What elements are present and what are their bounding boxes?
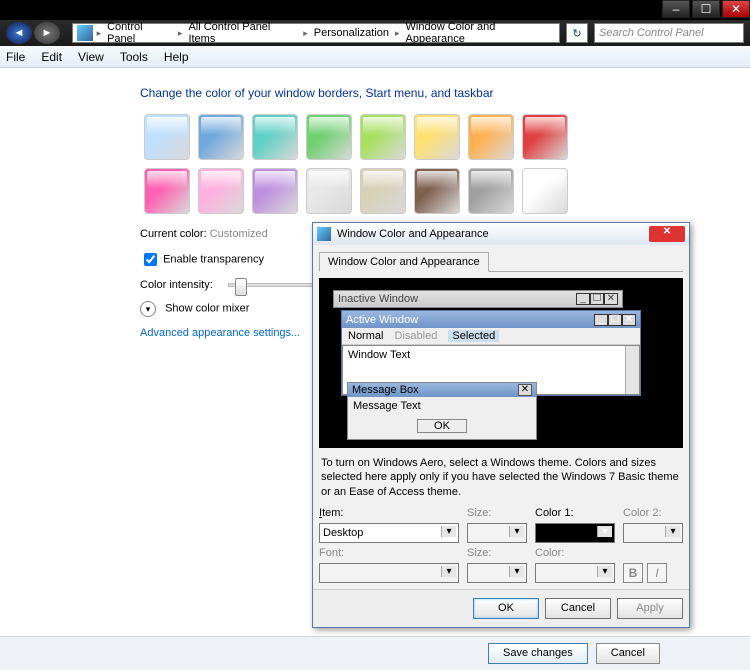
search-input[interactable]: Search Control Panel [594, 23, 744, 43]
dialog-tabs: Window Color and Appearance [319, 251, 683, 272]
size-stepper [467, 523, 527, 543]
window-close-button[interactable]: ✕ [722, 0, 750, 18]
preview-inactive-window: Inactive Window _☐✕ [333, 290, 623, 308]
breadcrumb-seg[interactable]: All Control Panel Items [182, 21, 303, 45]
color-swatch[interactable] [198, 168, 244, 214]
control-panel-icon [77, 25, 93, 41]
color1-picker[interactable] [535, 523, 615, 543]
breadcrumb[interactable]: ▸ Control Panel ▸ All Control Panel Item… [72, 23, 560, 43]
color-swatch[interactable] [522, 168, 568, 214]
dialog-close-button[interactable]: ✕ [649, 226, 685, 242]
bold-button: B [623, 563, 643, 583]
preview-menu-disabled: Disabled [395, 330, 438, 342]
font-size-label: Size: [467, 547, 527, 559]
appearance-preview: Inactive Window _☐✕ Active Window _☐✕ No… [319, 278, 683, 448]
preview-msg-text: Message Text [348, 397, 536, 415]
color2-picker [623, 523, 683, 543]
menubar: File Edit View Tools Help [0, 46, 750, 68]
font-color-label: Color: [535, 547, 615, 559]
window-controls: – ☐ ✕ [662, 0, 750, 18]
close-icon: ✕ [622, 314, 636, 326]
preview-window-text: Window Text [348, 349, 410, 361]
font-select [319, 563, 459, 583]
min-icon: _ [594, 314, 608, 326]
maximize-button[interactable]: ☐ [692, 0, 720, 18]
color1-label: Color 1: [535, 507, 615, 519]
breadcrumb-seg[interactable]: Personalization [308, 27, 395, 39]
color-swatch[interactable] [414, 168, 460, 214]
size-label: Size: [467, 507, 527, 519]
dialog-apply-button[interactable]: Apply [617, 598, 683, 619]
color-swatch[interactable] [522, 114, 568, 160]
current-color-label: Current color: [140, 228, 207, 240]
tab-window-color[interactable]: Window Color and Appearance [319, 252, 489, 272]
font-label: Font: [319, 547, 459, 559]
font-size-select [467, 563, 527, 583]
max-icon: ☐ [590, 293, 604, 305]
italic-button: I [647, 563, 667, 583]
color-swatch-grid [140, 110, 610, 218]
close-icon: ✕ [604, 293, 618, 305]
show-color-mixer-label: Show color mixer [165, 303, 249, 315]
refresh-button[interactable]: ↻ [566, 23, 588, 43]
minimize-button[interactable]: – [662, 0, 690, 18]
dialog-note: To turn on Windows Aero, select a Window… [321, 456, 681, 499]
enable-transparency-checkbox[interactable] [144, 253, 157, 266]
dialog-titlebar: Window Color and Appearance ✕ [313, 223, 689, 245]
preview-msg-ok: OK [417, 419, 467, 433]
preview-msg-title: Message Box [352, 384, 419, 396]
max-icon: ☐ [608, 314, 622, 326]
color-swatch[interactable] [306, 114, 352, 160]
dialog-ok-button[interactable]: OK [473, 598, 539, 619]
color-swatch[interactable] [144, 114, 190, 160]
color-swatch[interactable] [360, 114, 406, 160]
preview-message-box: Message Box ✕ Message Text OK [347, 382, 537, 440]
explorer-navbar: ◄ ► ▸ Control Panel ▸ All Control Panel … [0, 20, 750, 46]
page-cancel-button[interactable]: Cancel [596, 643, 660, 664]
color-swatch[interactable] [468, 114, 514, 160]
color-swatch[interactable] [144, 168, 190, 214]
save-changes-button[interactable]: Save changes [488, 643, 588, 664]
color-swatch[interactable] [468, 168, 514, 214]
preview-menu-normal: Normal [348, 330, 383, 342]
appearance-dialog: Window Color and Appearance ✕ Window Col… [312, 222, 690, 628]
dialog-cancel-button[interactable]: Cancel [545, 598, 611, 619]
color-intensity-label: Color intensity: [140, 279, 213, 291]
menu-edit[interactable]: Edit [41, 50, 62, 64]
color-swatch[interactable] [360, 168, 406, 214]
min-icon: _ [576, 293, 590, 305]
menu-help[interactable]: Help [164, 50, 189, 64]
expand-mixer-button[interactable]: ▾ [140, 301, 156, 317]
preview-inactive-title: Inactive Window [338, 293, 418, 305]
menu-view[interactable]: View [78, 50, 104, 64]
menu-tools[interactable]: Tools [120, 50, 148, 64]
color-swatch[interactable] [414, 114, 460, 160]
preview-active-title: Active Window [346, 314, 418, 326]
forward-button[interactable]: ► [34, 22, 60, 44]
close-icon: ✕ [518, 384, 532, 396]
page-heading: Change the color of your window borders,… [140, 86, 750, 100]
item-select[interactable]: Desktop [319, 523, 459, 543]
page-footer: Save changes Cancel [0, 636, 750, 670]
color-swatch[interactable] [252, 114, 298, 160]
color2-label: Color 2: [623, 507, 683, 519]
item-label: IItem:tem: [319, 507, 459, 519]
font-color-picker [535, 563, 615, 583]
scrollbar-icon [625, 346, 639, 394]
enable-transparency-label: Enable transparency [163, 253, 264, 265]
color-swatch[interactable] [306, 168, 352, 214]
back-button[interactable]: ◄ [6, 22, 32, 44]
breadcrumb-seg[interactable]: Window Color and Appearance [400, 21, 559, 45]
preview-menu-selected: Selected [448, 330, 499, 342]
color-swatch[interactable] [198, 114, 244, 160]
menu-file[interactable]: File [6, 50, 25, 64]
current-color-value: Customized [210, 228, 268, 240]
color-swatch[interactable] [252, 168, 298, 214]
dialog-icon [317, 227, 331, 241]
dialog-title: Window Color and Appearance [337, 228, 489, 240]
breadcrumb-seg[interactable]: Control Panel [101, 21, 178, 45]
